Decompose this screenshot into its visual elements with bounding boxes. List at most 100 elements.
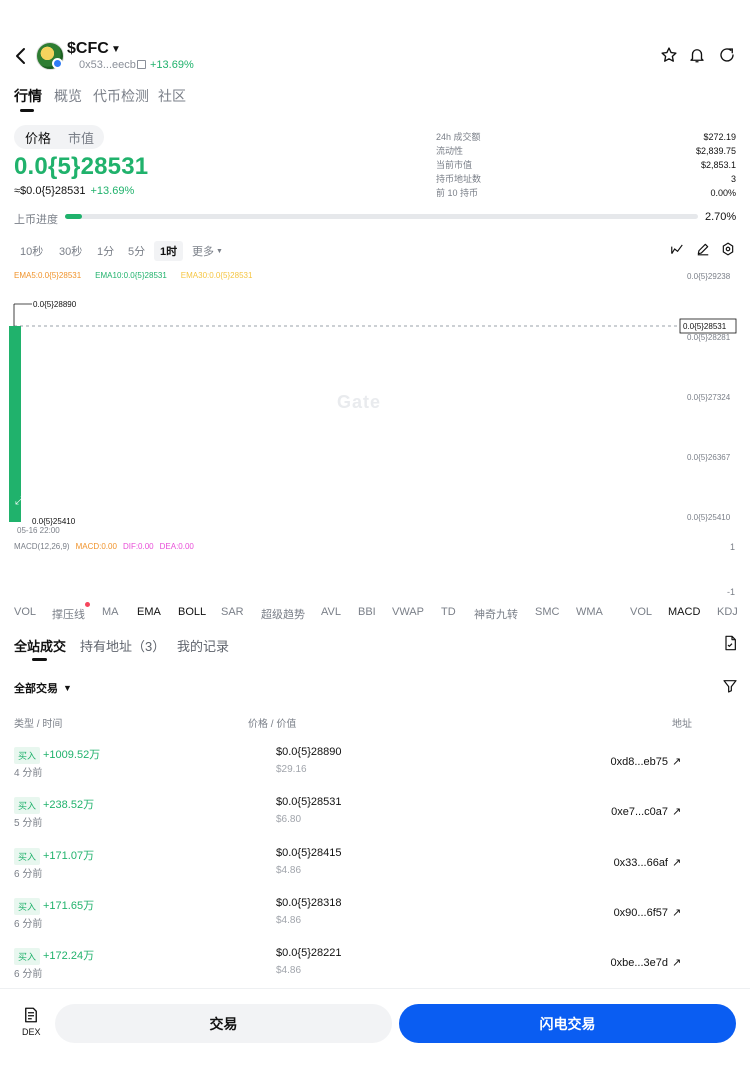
gear-icon[interactable] [721, 242, 735, 256]
toggle-market-cap[interactable]: 市值 [68, 128, 94, 147]
indicator-td[interactable]: TD [441, 606, 456, 618]
dex-icon[interactable] [22, 1006, 40, 1024]
tab-holders[interactable]: 持有地址（3） [80, 636, 165, 655]
dif-value: DIF:0.00 [122, 542, 154, 551]
external-link-icon[interactable]: ↗ [672, 755, 681, 768]
trade-address[interactable]: 0xd8...eb75 [611, 756, 669, 768]
trade-row[interactable]: 买入 +238.52万 5 分前 $0.0{5}28531 $6.80 0xe7… [0, 796, 750, 847]
back-icon[interactable] [12, 44, 32, 68]
indicator-vol-sub[interactable]: VOL [630, 606, 652, 618]
interval-more[interactable]: 更多 ▼ [192, 243, 223, 259]
trade-row[interactable]: 买入 +172.24万 6 分前 $0.0{5}28221 $4.86 0xbe… [0, 947, 750, 998]
trade-amount: +171.65万 [43, 900, 95, 912]
interval-5m[interactable]: 5分 [128, 243, 145, 259]
trade-amount: +238.52万 [43, 799, 95, 811]
trade-value: $29.16 [276, 764, 307, 775]
dex-label[interactable]: DEX [22, 1027, 41, 1037]
external-link-icon[interactable]: ↗ [672, 856, 681, 869]
sub-price-value: ≈$0.0{5}28531 [14, 185, 86, 197]
candle-body[interactable] [9, 326, 21, 522]
column-price-value: 价格 / 价值 [248, 719, 297, 730]
flash-trade-button[interactable]: 闪电交易 [399, 1004, 736, 1043]
share-icon[interactable] [718, 46, 736, 64]
caret-down-icon: ▼ [63, 683, 72, 693]
trade-address[interactable]: 0xe7...c0a7 [611, 806, 668, 818]
indicator-ma[interactable]: MA [102, 606, 119, 618]
tab-market[interactable]: 行情 [14, 86, 42, 106]
indicator-vwap[interactable]: VWAP [392, 606, 424, 618]
interval-30s[interactable]: 30秒 [59, 243, 82, 259]
trade-address[interactable]: 0xbe...3e7d [611, 957, 669, 969]
trade-amount: +171.07万 [43, 850, 95, 862]
indicator-avl[interactable]: AVL [321, 606, 341, 618]
caret-down-icon[interactable]: ▼ [111, 44, 121, 55]
interval-1h[interactable]: 1时 [154, 241, 184, 261]
indicator-supertrend[interactable]: 超级趋势 [261, 606, 305, 622]
interval-1m[interactable]: 1分 [97, 243, 114, 259]
indicator-ema[interactable]: EMA [137, 606, 161, 618]
trade-price: $0.0{5}28415 [276, 847, 342, 859]
tab-all-trades[interactable]: 全站成交 [14, 636, 66, 655]
trade-row[interactable]: 买入 +171.65万 6 分前 $0.0{5}28318 $4.86 0x90… [0, 897, 750, 948]
tab-overview[interactable]: 概览 [54, 86, 82, 106]
listing-progress-fill [65, 214, 83, 219]
trade-price: $0.0{5}28221 [276, 947, 342, 959]
trade-time: 6 分前 [14, 869, 43, 880]
trade-type-badge: 买入 [14, 747, 41, 764]
stat-label: 当前市值 [436, 160, 473, 170]
y-tick-2: 0.0{5}27324 [687, 393, 731, 402]
indicator-bbi[interactable]: BBI [358, 606, 376, 618]
indicator-icon[interactable] [670, 242, 684, 256]
trade-filter-dropdown[interactable]: 全部交易 ▼ [14, 680, 72, 696]
pen-icon[interactable] [696, 242, 710, 256]
indicator-vol[interactable]: VOL [14, 606, 36, 618]
indicator-wma[interactable]: WMA [576, 606, 603, 618]
stat-label: 24h 成交额 [436, 132, 481, 142]
filter-icon[interactable] [722, 678, 738, 694]
tab-token-check[interactable]: 代币检测 [93, 86, 149, 106]
stat-value: 0.00% [710, 188, 736, 198]
indicator-kdj[interactable]: KDJ [717, 606, 738, 618]
sub-price: ≈$0.0{5}28531 +13.69% [14, 185, 134, 197]
trade-button[interactable]: 交易 [55, 1004, 392, 1043]
bottom-divider [0, 988, 750, 989]
chain-badge-icon [52, 58, 63, 69]
token-address: 0x53...eecb [79, 59, 136, 71]
y-tick-3: 0.0{5}26367 [687, 453, 731, 462]
token-name[interactable]: $CFC [67, 40, 109, 58]
stats-panel: 24h 成交额 $272.19 流动性 $2,839.75 当前市值 $2,853.1… [436, 130, 736, 200]
trade-row[interactable]: 买入 +171.07万 6 分前 $0.0{5}28415 $4.86 0x33… [0, 847, 750, 898]
stat-value: $272.19 [703, 132, 736, 142]
candlestick-chart[interactable]: 0.0{5}28531 0.0{5}28890 0.0{5}25410 05-1… [0, 262, 750, 542]
external-link-icon[interactable]: ↗ [672, 805, 681, 818]
trade-row[interactable]: 买入 +1009.52万 4 分前 $0.0{5}28890 $29.16 0x… [0, 746, 750, 797]
trade-address[interactable]: 0x33...66af [614, 857, 668, 869]
interval-10s[interactable]: 10秒 [20, 243, 43, 259]
stat-top10: 前 10 持币 0.00% [436, 186, 736, 200]
indicator-sar[interactable]: SAR [221, 606, 244, 618]
tab-underline [20, 109, 34, 112]
tab-my-records[interactable]: 我的记录 [177, 636, 229, 655]
star-icon[interactable] [660, 46, 678, 64]
trade-time: 6 分前 [14, 919, 43, 930]
crosshair-icon[interactable]: ⤢ [15, 494, 24, 507]
indicator-macd[interactable]: MACD [668, 606, 700, 618]
tab-community[interactable]: 社区 [158, 86, 186, 106]
external-link-icon[interactable]: ↗ [672, 956, 681, 969]
copy-icon[interactable] [137, 60, 146, 69]
external-link-icon[interactable]: ↗ [672, 906, 681, 919]
trade-price: $0.0{5}28890 [276, 746, 342, 758]
indicator-boll[interactable]: BOLL [178, 606, 206, 618]
bell-icon[interactable] [688, 46, 706, 64]
stat-label: 持币地址数 [436, 174, 482, 184]
trade-filter-label: 全部交易 [14, 683, 58, 695]
indicator-smc[interactable]: SMC [535, 606, 559, 618]
trade-address[interactable]: 0x90...6f57 [614, 907, 668, 919]
stat-value: 3 [730, 174, 736, 184]
macd-value: MACD:0.00 [75, 542, 117, 551]
indicator-support-resistance[interactable]: 撑压线 [52, 606, 85, 622]
toggle-price[interactable]: 价格 [25, 128, 51, 147]
indicator-td9[interactable]: 神奇九转 [474, 606, 518, 622]
trade-type-badge: 买入 [14, 898, 41, 915]
document-icon[interactable] [722, 635, 738, 651]
